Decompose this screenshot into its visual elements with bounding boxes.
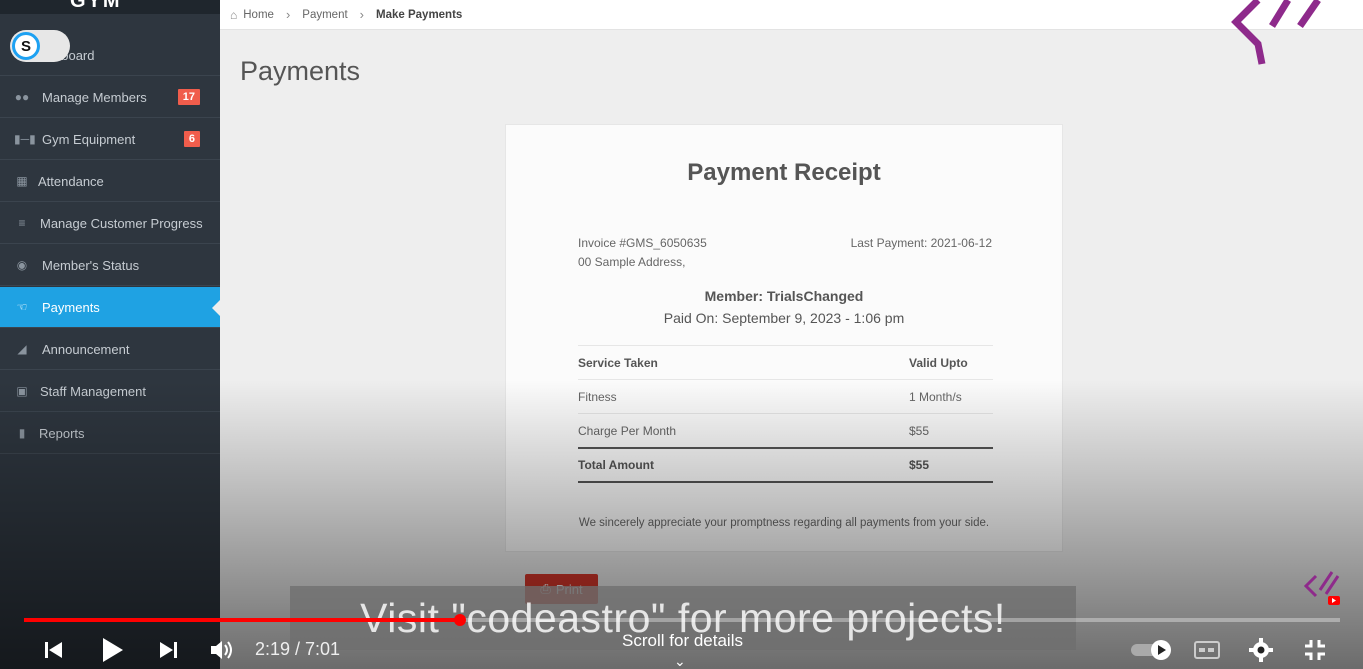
sidebar-item-label: Manage Members — [42, 89, 147, 105]
paid-on: Paid On: September 9, 2023 - 1:06 pm — [663, 310, 905, 326]
sidebar-item-label: Payments — [42, 299, 100, 315]
volume-icon[interactable] — [208, 637, 236, 663]
header-service: Service Taken — [578, 355, 658, 370]
extension-toggle[interactable]: S — [10, 30, 70, 62]
sidebar-item-announcement[interactable]: ◢ Announcement — [0, 329, 220, 370]
channel-watermark-icon[interactable] — [1302, 568, 1342, 608]
megaphone-icon: ◢ — [17, 342, 27, 356]
breadcrumb-home[interactable]: Home — [243, 9, 274, 21]
settings-gear-icon[interactable] — [1247, 637, 1275, 663]
breadcrumb-payment[interactable]: Payment — [302, 9, 347, 21]
table-row: Fitness 1 Month/s — [578, 379, 993, 413]
next-icon[interactable] — [156, 637, 182, 663]
sidebar-item-gym-equipment[interactable]: ▮─▮ Gym Equipment 6 — [0, 119, 220, 160]
list-icon: ≡ — [18, 216, 26, 230]
table-row: Charge Per Month $55 — [578, 413, 993, 447]
file-icon: ▮ — [18, 426, 26, 440]
equipment-count-badge: 6 — [183, 131, 200, 147]
chevron-right-icon: › — [285, 7, 291, 22]
total-label: Total Amount — [578, 458, 654, 472]
video-time: 2:19 / 7:01 — [255, 639, 341, 659]
home-icon: ⌂ — [230, 7, 238, 22]
sidebar-item-payments[interactable]: ☜ Payments — [0, 287, 220, 328]
hand-money-icon: ☜ — [16, 300, 28, 314]
main-content: ⌂ Home › Payment › Make Payments Payment… — [220, 0, 1363, 669]
captions-icon[interactable] — [1193, 638, 1221, 662]
chevron-down-icon[interactable]: ⌄ — [674, 653, 686, 669]
video-scrubber-handle[interactable] — [453, 614, 466, 626]
valid-cell: $55 — [909, 423, 930, 438]
previous-icon[interactable] — [40, 637, 66, 663]
brand-header: GYM SYSTEM — [0, 0, 220, 14]
sidebar-item-label: Staff Management — [40, 383, 146, 399]
brand-title: GYM SYSTEM — [70, 0, 162, 14]
breadcrumb-current: Make Payments — [376, 8, 463, 21]
dumbbell-icon: ▮─▮ — [14, 132, 36, 146]
extension-s-icon: S — [12, 32, 40, 60]
chevron-right-icon: › — [359, 7, 365, 22]
invoice-number: Invoice #GMS_6050635 — [578, 236, 707, 250]
header-valid: Valid Upto — [909, 355, 968, 370]
autoplay-toggle[interactable] — [1131, 640, 1175, 660]
briefcase-icon: ▣ — [16, 384, 28, 398]
scroll-for-details[interactable]: Scroll for details — [560, 631, 805, 651]
service-cell: Fitness — [578, 389, 617, 404]
channel-logo-icon — [1231, 0, 1321, 65]
service-cell: Charge Per Month — [578, 423, 677, 438]
page-title: Payments — [240, 56, 361, 86]
address: 00 Sample Address, — [578, 255, 686, 269]
video-progress-bar[interactable] — [24, 614, 1340, 626]
sidebar-item-label: Member's Status — [42, 257, 140, 273]
sidebar: GYM SYSTEM hboard ●● Manage Members 17 ▮… — [0, 0, 220, 669]
members-count-badge: 17 — [177, 89, 200, 105]
payment-receipt-card: Payment Receipt Invoice #GMS_6050635 00 … — [505, 124, 1063, 552]
eye-icon: ◉ — [16, 258, 28, 272]
sidebar-item-staff-management[interactable]: ▣ Staff Management — [0, 371, 220, 412]
receipt-title: Payment Receipt — [687, 159, 881, 186]
sidebar-item-label: Gym Equipment — [42, 131, 136, 147]
exit-fullscreen-icon[interactable] — [1301, 637, 1329, 663]
breadcrumb: ⌂ Home › Payment › Make Payments — [220, 0, 1363, 30]
sidebar-item-label: Manage Customer Progress — [40, 215, 203, 231]
sidebar-item-manage-members[interactable]: ●● Manage Members 17 — [0, 77, 220, 118]
sidebar-item-members-status[interactable]: ◉ Member's Status — [0, 245, 220, 286]
sidebar-item-attendance[interactable]: ▦ Attendance — [0, 161, 220, 202]
member-name: Member: TrialsChanged — [704, 288, 864, 304]
users-icon: ●● — [14, 90, 30, 104]
video-progress-played — [24, 618, 460, 622]
valid-cell: 1 Month/s — [909, 389, 962, 404]
total-value: $55 — [909, 458, 930, 472]
sidebar-item-label: Attendance — [38, 173, 104, 189]
sidebar-item-label: Reports — [39, 425, 85, 441]
calendar-icon: ▦ — [16, 174, 28, 188]
receipt-table: Service Taken Valid Upto Fitness 1 Month… — [578, 345, 993, 483]
play-icon[interactable] — [98, 635, 126, 665]
sidebar-item-manage-customer-progress[interactable]: ≡ Manage Customer Progress — [0, 203, 220, 244]
sidebar-item-reports[interactable]: ▮ Reports — [0, 413, 220, 454]
total-row: Total Amount $55 — [578, 447, 993, 483]
last-payment: Last Payment: 2021-06-12 — [850, 236, 992, 250]
thanks-note: We sincerely appreciate your promptness … — [578, 517, 990, 529]
table-header: Service Taken Valid Upto — [578, 345, 993, 379]
sidebar-item-label: Announcement — [42, 341, 130, 357]
